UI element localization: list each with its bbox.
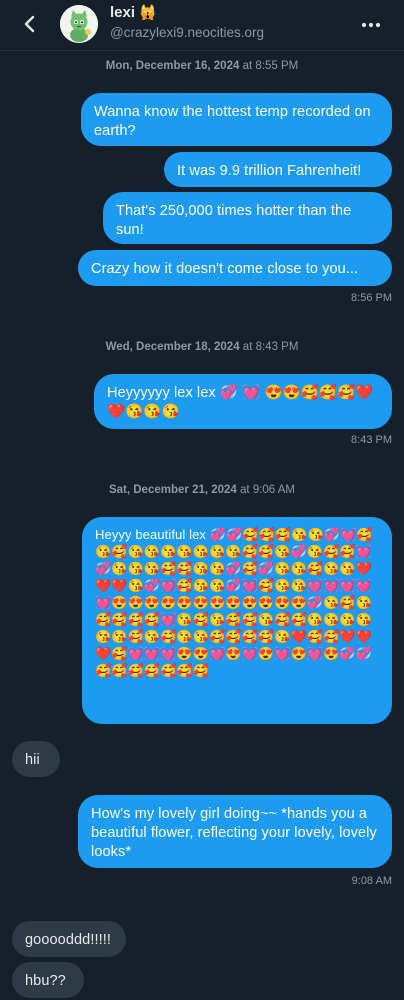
date-separator-time: at 8:43 PM xyxy=(242,341,299,353)
message-timestamp: 9:08 AM xyxy=(351,875,392,887)
message-timestamp: 8:43 PM xyxy=(351,434,392,446)
incoming-message[interactable]: hbu?? xyxy=(12,962,84,998)
contact-name-emoji: 🙀 xyxy=(139,4,157,20)
incoming-message[interactable]: gooooddd!!!!! xyxy=(12,921,126,957)
back-button[interactable] xyxy=(18,12,42,36)
conversation-header: lexi 🙀 @crazylexi9.neocities.org xyxy=(0,0,404,51)
outgoing-message[interactable]: Crazy how it doesn't come close to you..… xyxy=(78,250,392,286)
date-separator: Mon, December 16, 2024 at 8:55 PM xyxy=(0,60,404,72)
date-separator: Sat, December 21, 2024 at 9:06 AM xyxy=(0,484,404,496)
outgoing-message[interactable]: How's my lovely girl doing~~ *hands you … xyxy=(78,795,392,868)
outgoing-message[interactable]: That's 250,000 times hotter than the sun… xyxy=(103,192,392,244)
date-separator-date: Sat, December 21, 2024 xyxy=(108,484,237,496)
avatar[interactable] xyxy=(60,5,98,43)
contact-name[interactable]: lexi 🙀 xyxy=(110,4,156,21)
message-timestamp: 8:56 PM xyxy=(351,292,392,304)
cat-avatar-icon xyxy=(60,5,98,43)
outgoing-message[interactable]: Wanna know the hottest temp recorded on … xyxy=(81,93,392,146)
contact-name-text: lexi xyxy=(110,4,136,21)
outgoing-message[interactable]: Heyyyyyy lex lex 💞 💓 😍😍🥰🥰🥰❤️❤️😘😘😘 xyxy=(94,374,392,429)
date-separator: Wed, December 18, 2024 at 8:43 PM xyxy=(0,341,404,353)
more-dots-icon xyxy=(361,22,381,28)
more-options-button[interactable] xyxy=(360,14,382,36)
date-separator-date: Mon, December 16, 2024 xyxy=(105,60,240,72)
chevron-left-icon xyxy=(24,15,35,33)
incoming-message[interactable]: hii xyxy=(12,741,60,777)
outgoing-message[interactable]: Heyyy beautiful lex 💞💞🥰🥰🥰😘😘💞💓🥰😘🥰😘😘😘😘😘😘😘🥰… xyxy=(82,517,392,724)
date-separator-time: at 9:06 AM xyxy=(240,484,296,496)
date-separator-date: Wed, December 18, 2024 xyxy=(105,341,240,353)
date-separator-time: at 8:55 PM xyxy=(242,60,299,72)
contact-handle: @crazylexi9.neocities.org xyxy=(110,25,265,40)
outgoing-message[interactable]: It was 9.9 trillion Fahrenheit! xyxy=(164,152,392,187)
